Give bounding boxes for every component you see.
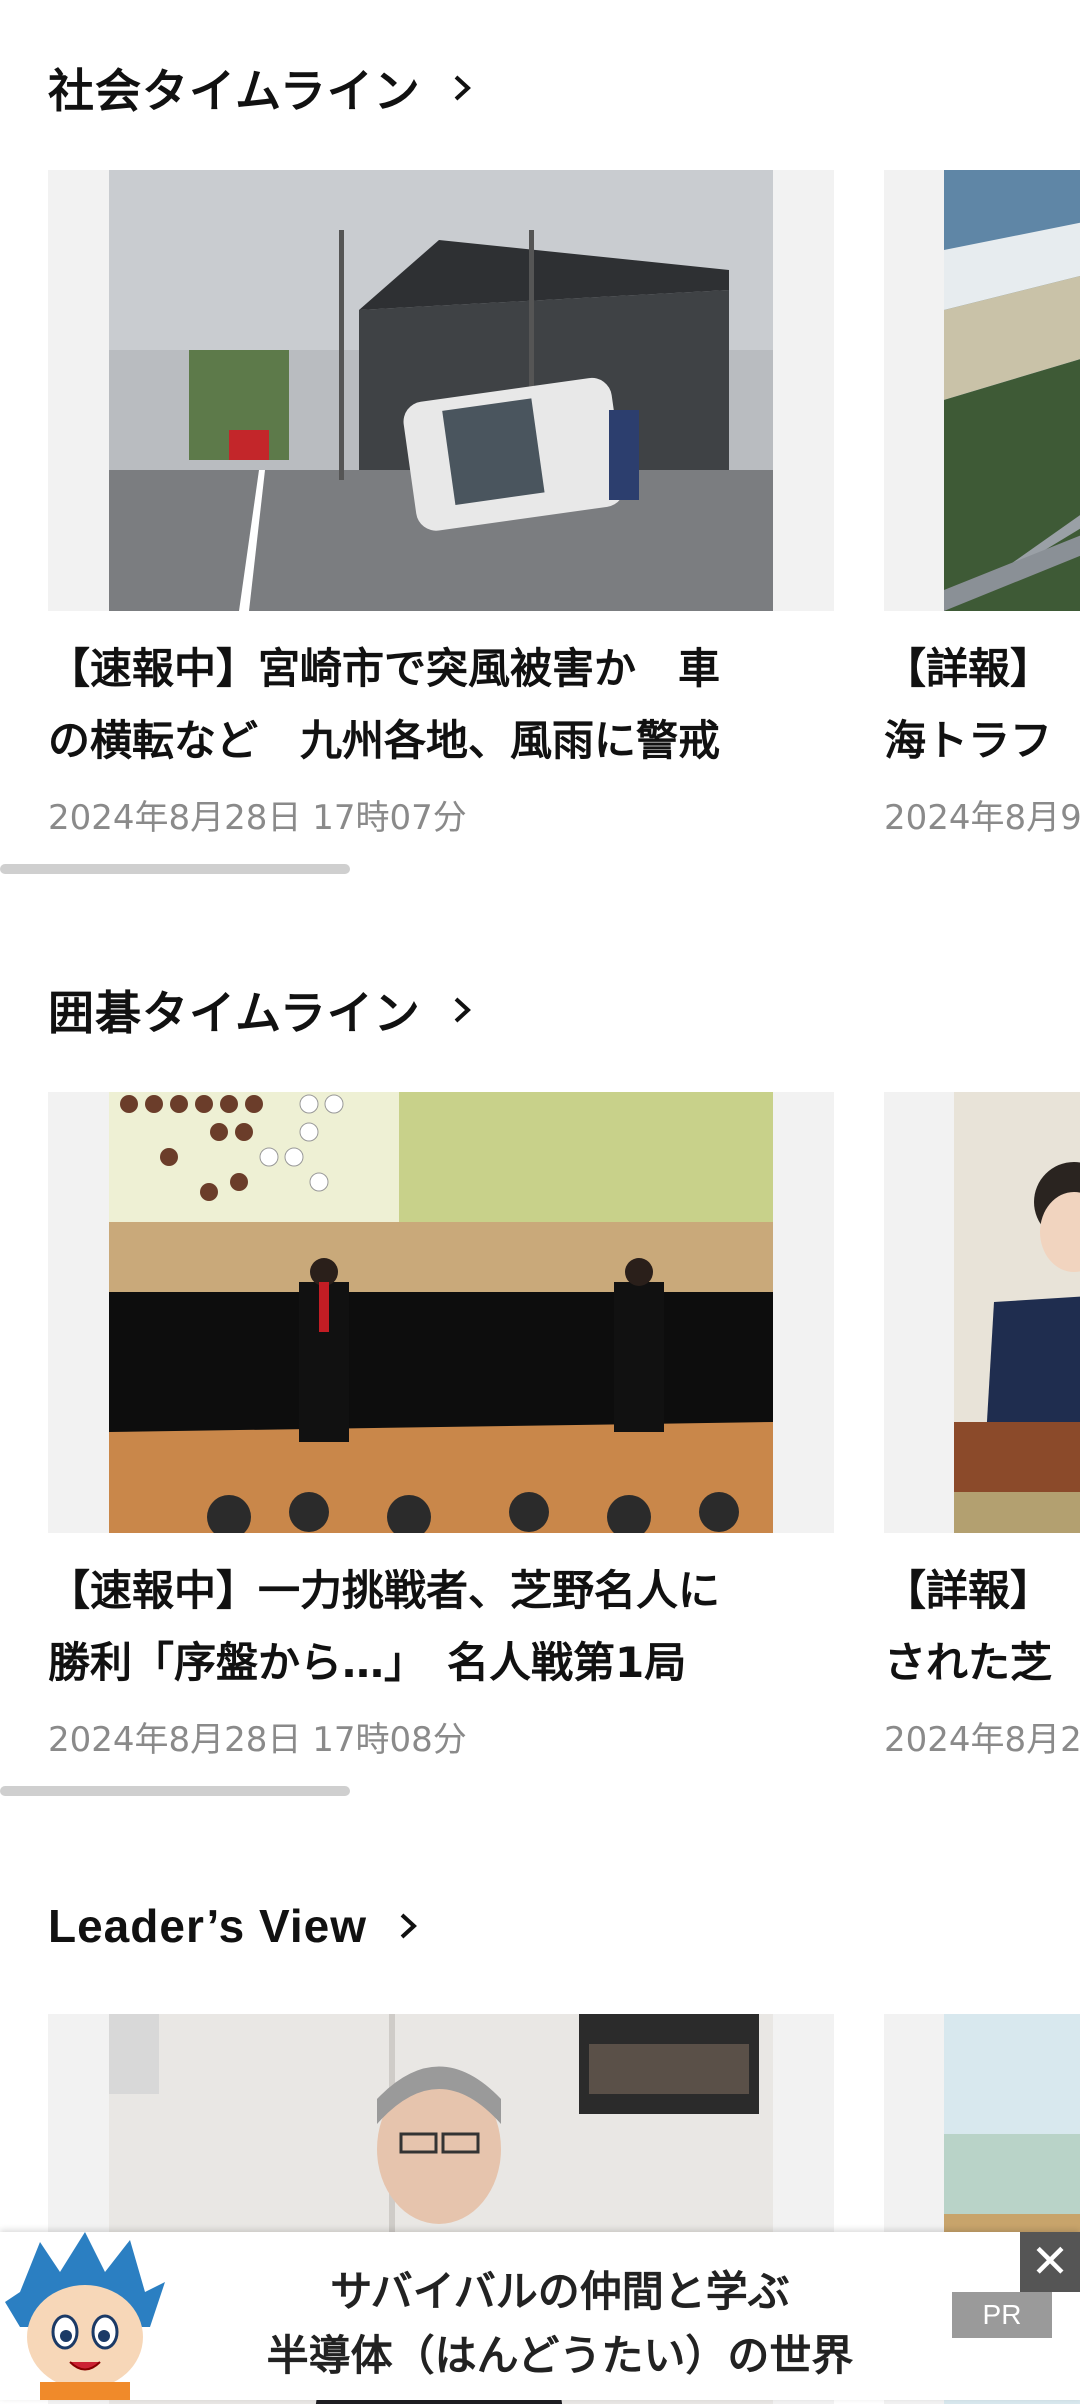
article-photo-overturned-car [109,170,773,611]
article-date: 2024年8月9 [884,798,1080,838]
ad-headline-line2: 半導体（はんどうたい）の世界 [266,2331,854,2380]
article-image-frame [48,170,834,611]
article-date: 2024年8月2 [884,1720,1080,1760]
article-headline: 【詳報】 海トラフ [884,633,1080,777]
ad-mascot-image [0,2232,170,2400]
headline-line: された芝 [884,1638,1053,1687]
headline-line: 海トラフ [884,716,1053,765]
chevron-right-icon [454,75,471,101]
article-headline: 【速報中】宮崎市で突風被害か 車 の横転など 九州各地、風雨に警戒 [48,633,834,777]
section-title: Leader’s View [48,1900,367,1952]
article-headline: 【詳報】 された芝 [884,1555,1080,1699]
headline-line: 【速報中】一力挑戦者、芝野名人に [48,1566,721,1615]
article-card-peek[interactable]: 【詳報】 海トラフ 2024年8月9 [884,170,1080,850]
article-photo-go-stage [109,1092,773,1533]
ad-banner[interactable]: サバイバルの仲間と学ぶ 半導体（はんどうたい）の世界 PR ✕ [0,2232,1080,2400]
section-title: 囲碁タイムライン [48,986,421,1040]
headline-line: 【詳報】 [884,1566,1053,1615]
article-photo-player [954,1092,1080,1533]
pr-badge: PR [952,2292,1052,2338]
article-image-frame [884,1092,1080,1533]
headline-line: 【速報中】宮崎市で突風被害か 車 [48,644,721,693]
article-headline: 【速報中】一力挑戦者、芝野名人に 勝利「序盤から…」 名人戦第1局 [48,1555,834,1699]
ad-headline-line1: サバイバルの仲間と学ぶ [330,2267,790,2316]
carousel-scrollbar[interactable] [0,1786,350,1796]
section-title-link[interactable]: Leader’s View [48,1899,421,1953]
headline-line: 【詳報】 [884,644,1053,693]
chevron-right-icon [454,997,471,1023]
close-icon[interactable]: ✕ [1020,2232,1080,2292]
article-date: 2024年8月28日 17時07分 [48,798,467,838]
section-title-link[interactable]: 囲碁タイムライン [48,977,475,1043]
headline-line: の横転など 九州各地、風雨に警戒 [48,716,721,765]
article-card-peek[interactable]: 【詳報】 された芝 2024年8月2 [884,1092,1080,1772]
article-image-frame [48,1092,834,1533]
section-title-link[interactable]: 社会タイムライン [48,55,475,121]
carousel-scrollbar[interactable] [0,864,350,874]
article-photo-coastline [944,170,1080,611]
section-title: 社会タイムライン [48,64,421,118]
chevron-right-icon [400,1913,417,1939]
article-image-frame [884,170,1080,611]
headline-line: 勝利「序盤から…」 名人戦第1局 [48,1638,687,1687]
article-date: 2024年8月28日 17時08分 [48,1720,467,1760]
